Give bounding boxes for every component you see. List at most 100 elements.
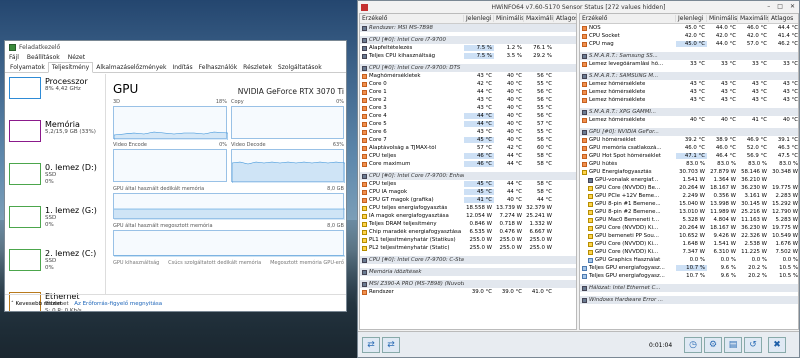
sensor-group-row[interactable]: S.M.A.R.T.: SAMSUNG M... bbox=[580, 72, 798, 80]
column-header[interactable]: Jelenlegi bbox=[676, 15, 707, 22]
close-sensors-button[interactable]: ✖ bbox=[768, 337, 786, 353]
sensor-row[interactable]: Core 0 42 °C 40 °C 55 °C bbox=[360, 80, 576, 88]
sensor-row[interactable]: Lemez hőmérséklete 43 °C 43 °C 43 °C 43 °C bbox=[580, 88, 798, 96]
sensor-row[interactable]: Lemez hőmérséklete 40 °C 40 °C 41 °C 40 °C bbox=[580, 116, 798, 124]
sensor-row[interactable]: Alapfeltételezés 7.5 % 1.2 % 76.1 % bbox=[360, 44, 576, 52]
sensor-row[interactable]: Lemez hőmérséklete 43 °C 43 °C 43 °C 43 °C bbox=[580, 96, 798, 104]
maximize-icon[interactable]: □ bbox=[777, 3, 783, 10]
sensor-row[interactable]: Core 6 43 °C 40 °C 55 °C bbox=[360, 128, 576, 136]
task-manager-titlebar[interactable]: Feladatkezelő bbox=[5, 41, 346, 53]
sensor-row[interactable]: GPU bemeneti PP Sou... 10.652 W 9.426 W 22.… bbox=[580, 232, 798, 240]
sensor-row[interactable]: Rendszer 39.0 °C 39.0 °C 41.0 °C bbox=[360, 288, 576, 296]
column-header[interactable]: Átlagos bbox=[554, 15, 576, 22]
sensor-row[interactable]: Maghőmérsékletek 43 °C 40 °C 56 °C bbox=[360, 72, 576, 80]
sensor-row[interactable]: IA magok energiafogyasztása 12.054 W 7.274… bbox=[360, 212, 576, 220]
sensor-row[interactable]: GPU-vonalak energiaf... 1.541 W 1.364 W 36.… bbox=[580, 176, 798, 184]
tab-services[interactable]: Szolgáltatások bbox=[275, 63, 325, 72]
save-report-button[interactable]: ▤ bbox=[724, 337, 742, 353]
sensor-row[interactable]: GPU Energiafogyasztás 30.703 W 27.879 W 58.… bbox=[580, 168, 798, 176]
sensor-row[interactable]: CPU teljes 46 °C 44 °C 58 °C bbox=[360, 152, 576, 160]
column-header[interactable]: Átlagos bbox=[769, 15, 798, 22]
sensor-group-row[interactable]: CPU [#0]: Intel Core i7-9700 bbox=[360, 36, 576, 44]
sensor-row[interactable]: NOS 45.0 °C 44.0 °C 46.0 °C 44.4 °C bbox=[580, 24, 798, 32]
expand-left-button[interactable]: ⇄ bbox=[362, 337, 380, 353]
sensor-row[interactable]: Core 1 44 °C 40 °C 56 °C bbox=[360, 88, 576, 96]
resource-item-mem[interactable]: Memória 5,2/15,9 GB (33%) bbox=[5, 117, 105, 160]
engine-3d-label[interactable]: 3D bbox=[113, 99, 120, 105]
sensor-group-row[interactable]: CPU [#0]: Intel Core i7-9700: Enhanced bbox=[360, 172, 576, 180]
resource-monitor-link[interactable]: Az Erőforrás-figyelő megnyitása bbox=[74, 301, 162, 307]
sensor-row[interactable]: GPU PCIe +12V Beme... 2.249 W 0.356 W 3.161… bbox=[580, 192, 798, 200]
sensor-row[interactable]: GPU memória csatlakozá... 46.0 °C 46.0 °C 5… bbox=[580, 144, 798, 152]
resource-item-disk[interactable]: 0. lemez (D:) SSD 0% bbox=[5, 160, 105, 203]
sensor-group-row[interactable]: S.M.A.R.T.: XPG GAMMI... bbox=[580, 108, 798, 116]
sensor-row[interactable]: Core 3 43 °C 40 °C 55 °C bbox=[360, 104, 576, 112]
column-header[interactable]: Érzékelő bbox=[580, 15, 676, 22]
sensor-group-row[interactable]: Hálózat: Intel Ethernet C... bbox=[580, 284, 798, 292]
sensor-row[interactable]: PL2 teljesítményhatár (Static) 255.0 W 255… bbox=[360, 244, 576, 252]
sensor-row[interactable]: Core 2 43 °C 40 °C 56 °C bbox=[360, 96, 576, 104]
tab-users[interactable]: Felhasználók bbox=[196, 63, 241, 72]
tab-performance[interactable]: Teljesítmény bbox=[47, 62, 94, 73]
close-icon[interactable]: ✕ bbox=[790, 3, 795, 10]
sensor-row[interactable]: GPU Hot Spot hőmérséklet 47.1 °C 46.4 °C 56… bbox=[580, 152, 798, 160]
settings-button[interactable]: ⚙ bbox=[704, 337, 722, 353]
sensor-row[interactable]: Alaptávolság a TJMAX-tól 57 °C 42 °C 60 °C bbox=[360, 144, 576, 152]
sensor-row[interactable]: GPU Graphics Használat 0.0 % 0.0 % 0.0 % 0.0… bbox=[580, 256, 798, 264]
sensor-row[interactable]: Core 5 44 °C 40 °C 57 °C bbox=[360, 120, 576, 128]
sensor-row[interactable]: GPU Core (NVVDD) Ki... 7.347 W 6.310 W 11.2… bbox=[580, 248, 798, 256]
sensor-row[interactable]: Lemez levegőáramlási hő... 33 °C 33 °C 33 °… bbox=[580, 60, 798, 68]
resource-item-cpu[interactable]: Processzor 8% 4,42 GHz bbox=[5, 74, 105, 117]
sensor-row[interactable]: Teljes CPU kihasználtság 7.5 % 3.5 % 29.2 % bbox=[360, 52, 576, 60]
expand-right-button[interactable]: ⇄ bbox=[382, 337, 400, 353]
menu-file[interactable]: Fájl bbox=[9, 54, 19, 61]
tab-processes[interactable]: Folyamatok bbox=[7, 63, 48, 72]
sensor-row[interactable]: GPU Core (NVVDD) Ki... 20.264 W 18.167 W 36… bbox=[580, 224, 798, 232]
sensor-row[interactable]: Lemez hőmérséklete 43 °C 43 °C 43 °C 43 °C bbox=[580, 80, 798, 88]
sensor-row[interactable]: Teljes DRAM teljesítmény 0.846 W 0.718 W 1.… bbox=[360, 220, 576, 228]
sensor-row[interactable]: CPU GT magok (grafika) 41 °C 40 °C 44 °C bbox=[360, 196, 576, 204]
column-header[interactable]: Minimális bbox=[494, 15, 524, 22]
sensor-row[interactable]: CPU mag 45.0 °C 44.0 °C 57.0 °C 46.2 °C bbox=[580, 40, 798, 48]
sensor-row[interactable]: Teljes GPU energiafogyasz... 10.7 % 9.6 % 2… bbox=[580, 264, 798, 272]
column-header[interactable]: Jelenlegi bbox=[464, 15, 494, 22]
fewer-details-button[interactable]: ˄ Kevesebb részlet bbox=[11, 301, 62, 307]
engine-encode-label[interactable]: Video Encode bbox=[113, 142, 147, 148]
sensor-row[interactable]: CPU IA magok 45 °C 44 °C 58 °C bbox=[360, 188, 576, 196]
sensor-row[interactable]: Core 7 45 °C 40 °C 56 °C bbox=[360, 136, 576, 144]
column-header[interactable]: Minimális bbox=[707, 15, 738, 22]
column-header[interactable]: Maximális bbox=[524, 15, 554, 22]
sensor-group-row[interactable]: GPU [#0]: NVIDIA GeFor... bbox=[580, 128, 798, 136]
hwinfo-titlebar[interactable]: HWiNFO64 v7.60-5170 Sensor Status [272 v… bbox=[358, 1, 799, 13]
sensor-group-row[interactable]: Rendszer: MSI MS-7B98 bbox=[360, 24, 576, 32]
sensor-row[interactable]: Chip maradék energiafogyasztása 6.535 W 0.… bbox=[360, 228, 576, 236]
sensor-row[interactable]: GPU Core (NVVDD) Ki... 1.648 W 1.541 W 2.53… bbox=[580, 240, 798, 248]
clock-button[interactable]: ◷ bbox=[684, 337, 702, 353]
sensor-row[interactable]: CPU teljes energiafogyasztás 18.558 W 13.7… bbox=[360, 204, 576, 212]
tab-startup[interactable]: Indítás bbox=[169, 63, 195, 72]
sensor-row[interactable]: Core 4 44 °C 40 °C 56 °C bbox=[360, 112, 576, 120]
minimize-icon[interactable]: – bbox=[767, 3, 770, 10]
sensor-row[interactable]: PL1 teljesítményhatár (Statikus) 255.0 W 2… bbox=[360, 236, 576, 244]
sensor-row[interactable]: Teljes GPU energiafogyasz... 10.7 % 9.6 % 2… bbox=[580, 272, 798, 280]
engine-decode-label[interactable]: Video Decode bbox=[231, 142, 266, 148]
sensor-row[interactable]: Core maximum 46 °C 44 °C 58 °C bbox=[360, 160, 576, 168]
sensor-group-row[interactable]: CPU [#0]: Intel Core i7-9700: C-State Fo… bbox=[360, 256, 576, 264]
resource-item-disk[interactable]: 2. lemez (C:) SSD 0% bbox=[5, 246, 105, 289]
tab-details[interactable]: Részletek bbox=[240, 63, 275, 72]
sensor-row[interactable]: GPU Core (NVVDD) Be... 20.264 W 18.167 W 36… bbox=[580, 184, 798, 192]
column-header[interactable]: Érzékelő bbox=[360, 15, 464, 22]
resource-item-disk[interactable]: 1. lemez (G:) SSD 0% bbox=[5, 203, 105, 246]
column-header[interactable]: Maximális bbox=[738, 15, 769, 22]
menu-options[interactable]: Beállítások bbox=[27, 54, 60, 61]
sensor-group-row[interactable]: Memória időzítések bbox=[360, 268, 576, 276]
sensor-row[interactable]: GPU 8-pin #1 Bemene... 15.040 W 13.998 W 30… bbox=[580, 200, 798, 208]
sensor-group-row[interactable]: Windows Hardware Error ... bbox=[580, 296, 798, 304]
sensor-row[interactable]: CPU teljes 45 °C 44 °C 58 °C bbox=[360, 180, 576, 188]
sensor-row[interactable]: GPU Mac0 Bemeneti t... 5.328 W 4.804 W 11.1… bbox=[580, 216, 798, 224]
sensor-row[interactable]: GPU hőmérséklet 39.2 °C 38.9 °C 46.9 °C 39.1… bbox=[580, 136, 798, 144]
sensor-group-row[interactable]: S.M.A.R.T.: Samsung SS... bbox=[580, 52, 798, 60]
sensor-row[interactable]: CPU Socket 42.0 °C 42.0 °C 42.0 °C 41.4 °C bbox=[580, 32, 798, 40]
engine-copy-label[interactable]: Copy bbox=[231, 99, 244, 105]
sensor-row[interactable]: GPU hűtés 83.0 % 83.0 % 83.0 % 83.0 % bbox=[580, 160, 798, 168]
